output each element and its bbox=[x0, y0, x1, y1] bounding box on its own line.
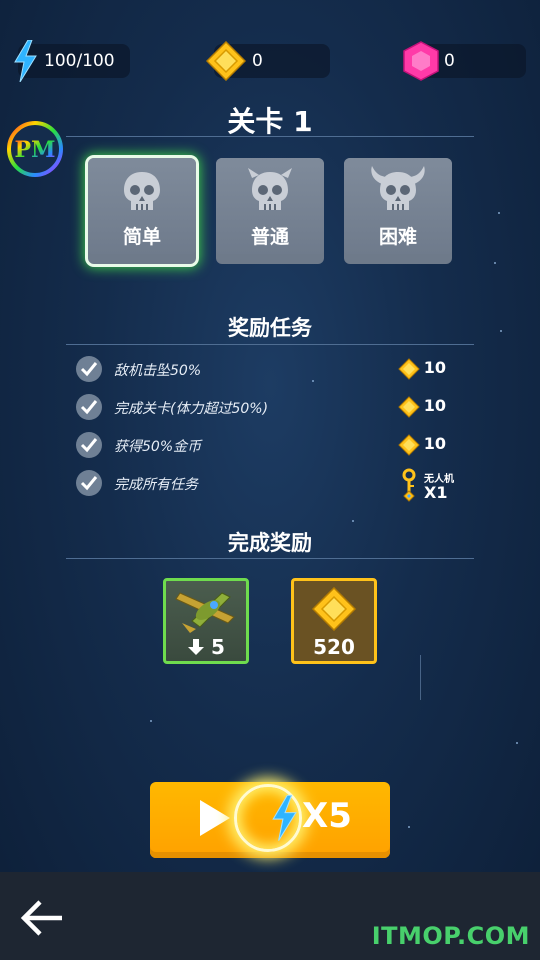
level-title: 关卡 1 bbox=[227, 105, 313, 138]
task-row: 敌机击坠50% 10 bbox=[76, 356, 466, 384]
completion-divider bbox=[66, 558, 474, 559]
difficulty-easy-card[interactable]: 简单 bbox=[88, 158, 196, 264]
plane-reward-box[interactable]: 5 bbox=[163, 578, 249, 664]
gold-reward-box[interactable]: 520 bbox=[291, 578, 377, 664]
check-icon bbox=[76, 356, 102, 382]
task-text: 敌机击坠50% bbox=[114, 363, 202, 379]
svg-text:PM: PM bbox=[15, 137, 56, 163]
star bbox=[498, 212, 500, 214]
task-text: 完成关卡(体力超过50%) bbox=[114, 401, 269, 417]
check-icon bbox=[76, 394, 102, 420]
task-row: 完成关卡(体力超过50%) 10 bbox=[76, 394, 466, 422]
upgrade-icon bbox=[188, 639, 205, 655]
shooting-star bbox=[420, 655, 421, 700]
star bbox=[516, 742, 518, 744]
task-text: 完成所有任务 bbox=[114, 477, 198, 493]
tasks-title: 奖励任务 bbox=[228, 316, 312, 340]
gold-diamond-icon bbox=[206, 41, 246, 81]
gold-coin-icon bbox=[398, 434, 420, 456]
pink-gem-icon bbox=[403, 41, 439, 81]
big-horned-skull-icon bbox=[371, 166, 425, 210]
gold-value: 0 bbox=[252, 51, 263, 71]
energy-value: 100/100 bbox=[44, 51, 115, 71]
difficulty-label: 普通 bbox=[250, 226, 289, 248]
back-arrow-icon[interactable] bbox=[18, 898, 66, 938]
energy-counter: 100/100 bbox=[14, 40, 130, 82]
task-row: 完成所有任务 无人机 X1 bbox=[76, 468, 466, 504]
star bbox=[352, 520, 354, 522]
star bbox=[150, 720, 152, 722]
lightning-icon bbox=[272, 794, 297, 841]
difficulty-label: 困难 bbox=[378, 226, 417, 248]
task-reward-value: 10 bbox=[423, 396, 446, 415]
skull-icon bbox=[124, 172, 160, 210]
key-icon bbox=[402, 468, 416, 502]
gold-reward-count: 520 bbox=[313, 635, 355, 659]
watermark: ITMOP.COM bbox=[371, 922, 530, 950]
gold-coin-icon bbox=[398, 358, 420, 380]
check-icon bbox=[76, 432, 102, 458]
task-text: 获得50%金币 bbox=[114, 439, 202, 455]
bottom-bar: ITMOP.COM bbox=[0, 872, 540, 960]
plane-reward-count: 5 bbox=[166, 635, 246, 659]
check-icon bbox=[76, 470, 102, 496]
task-reward: 10 bbox=[398, 358, 446, 380]
star bbox=[494, 262, 496, 264]
gem-counter: 0 bbox=[403, 41, 526, 81]
task-reward: 10 bbox=[398, 396, 446, 418]
plane-reward-value: 5 bbox=[211, 635, 225, 659]
gold-coin-icon bbox=[398, 396, 420, 418]
play-button[interactable]: X5 bbox=[150, 782, 390, 858]
gold-diamond-icon bbox=[312, 587, 356, 631]
lightning-icon bbox=[14, 40, 37, 82]
difficulty-normal-card[interactable]: 普通 bbox=[216, 158, 324, 264]
gold-counter: 0 bbox=[206, 41, 330, 81]
plane-icon bbox=[175, 592, 235, 633]
difficulty-label: 简单 bbox=[122, 226, 161, 248]
difficulty-hard-card[interactable]: 困难 bbox=[344, 158, 452, 264]
task-reward-value: 10 bbox=[423, 358, 446, 377]
completion-title: 完成奖励 bbox=[228, 531, 312, 555]
title-divider bbox=[66, 136, 474, 137]
play-cost: X5 bbox=[302, 796, 352, 836]
task-row: 获得50%金币 10 bbox=[76, 432, 466, 460]
drone-reward-value: X1 bbox=[424, 483, 448, 502]
task-reward-value: 10 bbox=[423, 434, 446, 453]
play-icon bbox=[200, 800, 230, 836]
horned-skull-icon bbox=[248, 168, 292, 210]
gem-value: 0 bbox=[444, 51, 455, 71]
tasks-divider bbox=[66, 344, 474, 345]
star bbox=[408, 826, 410, 828]
task-reward: 10 bbox=[398, 434, 446, 456]
